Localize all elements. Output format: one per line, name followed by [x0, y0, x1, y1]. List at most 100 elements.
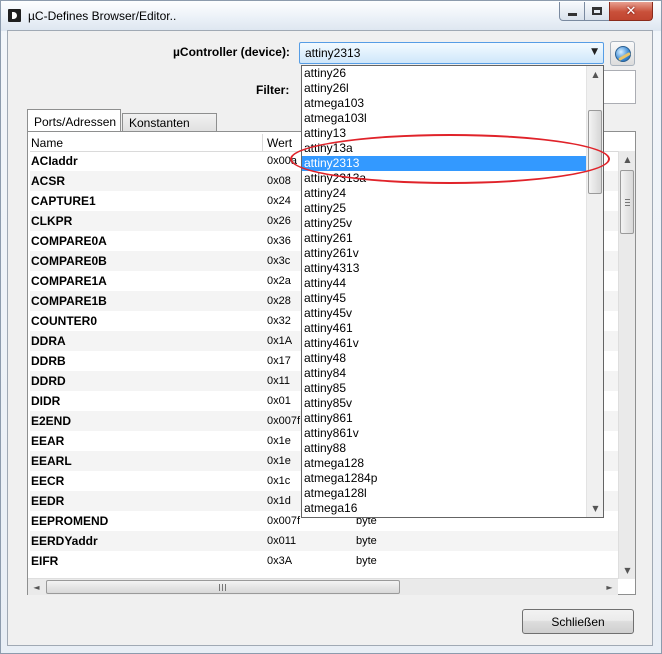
cell-name: CAPTURE1: [31, 194, 96, 208]
device-combobox-value: attiny2313: [305, 46, 361, 60]
table-vertical-scrollbar[interactable]: ▲ ▼: [618, 151, 635, 579]
cell-name: EEARL: [31, 454, 72, 468]
device-dropdown-list[interactable]: attiny26 attiny26l atmega103 atmega103l atti…: [301, 65, 604, 518]
dropdown-item[interactable]: attiny4313: [302, 261, 586, 276]
dropdown-item[interactable]: attiny45v: [302, 306, 586, 321]
cell-wert: 0x24: [267, 195, 291, 207]
dropdown-item[interactable]: attiny88: [302, 441, 586, 456]
cell-name: DDRB: [31, 354, 66, 368]
close-window-button[interactable]: ✕: [609, 2, 653, 21]
dropdown-item[interactable]: attiny13: [302, 126, 586, 141]
dropdown-item[interactable]: atmega1284p: [302, 471, 586, 486]
dropdown-item[interactable]: attiny48: [302, 351, 586, 366]
dropdown-item[interactable]: attiny461: [302, 321, 586, 336]
filter-input[interactable]: [600, 70, 636, 104]
dropdown-item[interactable]: attiny861: [302, 411, 586, 426]
dropdown-scroll-thumb[interactable]: [588, 110, 602, 194]
table-row[interactable]: EIFR 0x3A byte: [30, 551, 618, 571]
dropdown-scrollbar[interactable]: ▲ ▼: [586, 66, 603, 517]
grip-line: [219, 584, 220, 591]
cell-name: ACSR: [31, 174, 66, 188]
cell-wert: 0x00a: [267, 155, 297, 167]
scroll-down-icon[interactable]: ▼: [619, 562, 636, 579]
dropdown-item[interactable]: attiny2313a: [302, 171, 586, 186]
maximize-button[interactable]: [584, 2, 610, 21]
tab-konstanten[interactable]: Konstanten: [122, 113, 217, 132]
cell-name: CLKPR: [31, 214, 73, 228]
cell-wert: 0x1c: [267, 475, 291, 487]
column-header-name[interactable]: Name: [31, 136, 63, 150]
grip-line: [222, 584, 223, 591]
table-horizontal-scrollbar[interactable]: ◄ ►: [28, 578, 618, 595]
device-label: µController (device):: [173, 45, 290, 59]
dropdown-item[interactable]: atmega103: [302, 96, 586, 111]
dropdown-item[interactable]: attiny85v: [302, 396, 586, 411]
scroll-up-icon[interactable]: ▲: [587, 66, 603, 83]
device-info-button[interactable]: [610, 41, 635, 66]
globe-icon: [615, 46, 631, 62]
cell-name: ACIaddr: [31, 154, 78, 168]
dropdown-item[interactable]: attiny461v: [302, 336, 586, 351]
dropdown-items: attiny26 attiny26l atmega103 atmega103l atti…: [302, 66, 586, 516]
cell-name: COMPARE0A: [31, 234, 107, 248]
maximize-icon: [592, 7, 602, 15]
dropdown-item[interactable]: attiny261v: [302, 246, 586, 261]
column-divider[interactable]: [262, 134, 263, 152]
dropdown-item[interactable]: attiny24: [302, 186, 586, 201]
cell-name: EIFR: [31, 554, 59, 568]
dropdown-item[interactable]: attiny85: [302, 381, 586, 396]
cell-wert: 0x011: [267, 535, 297, 547]
cell-name: COMPARE1A: [31, 274, 107, 288]
dropdown-item[interactable]: atmega128: [302, 456, 586, 471]
cell-name: EEAR: [31, 434, 65, 448]
minimize-button[interactable]: [559, 2, 585, 21]
dropdown-item[interactable]: atmega128l: [302, 486, 586, 501]
table-row[interactable]: EERDYaddr 0x011 byte: [30, 531, 618, 551]
dropdown-item[interactable]: attiny25v: [302, 216, 586, 231]
device-combobox[interactable]: attiny2313 ▼: [299, 42, 604, 64]
dropdown-item[interactable]: atmega16: [302, 501, 586, 516]
grip-line: [225, 584, 226, 591]
cell-name: EEPROMEND: [31, 514, 109, 528]
horizontal-scroll-thumb[interactable]: [46, 580, 400, 594]
dropdown-item[interactable]: attiny25: [302, 201, 586, 216]
title-bar[interactable]: µC-Defines Browser/Editor.. ✕: [1, 1, 661, 31]
cell-wert: 0x11: [267, 375, 291, 387]
close-icon: ✕: [625, 3, 637, 19]
dropdown-item[interactable]: attiny45: [302, 291, 586, 306]
chevron-down-icon[interactable]: ▼: [591, 47, 598, 57]
dropdown-item[interactable]: attiny261: [302, 231, 586, 246]
schliessen-button[interactable]: Schließen: [522, 609, 634, 634]
tab-ports-adressen[interactable]: Ports/Adressen: [27, 109, 121, 132]
dropdown-item[interactable]: attiny26l: [302, 81, 586, 96]
minimize-icon: [567, 12, 577, 16]
cell-name: DIDR: [31, 394, 61, 408]
scroll-left-icon[interactable]: ◄: [28, 579, 45, 595]
scroll-down-icon[interactable]: ▼: [587, 500, 603, 517]
cell-wert: 0x1d: [267, 495, 291, 507]
vertical-scroll-thumb[interactable]: [620, 170, 634, 234]
dropdown-item[interactable]: attiny13a: [302, 141, 586, 156]
cell-wert: 0x36: [267, 235, 291, 247]
cell-name: COUNTER0: [31, 314, 98, 328]
scroll-up-icon[interactable]: ▲: [619, 151, 636, 168]
dropdown-item[interactable]: attiny26: [302, 66, 586, 81]
dropdown-item[interactable]: atmega103l: [302, 111, 586, 126]
scroll-right-icon[interactable]: ►: [601, 579, 618, 595]
cell-wert: 0x1A: [267, 335, 293, 347]
dropdown-item-selected[interactable]: attiny2313: [302, 156, 586, 171]
dropdown-item[interactable]: attiny861v: [302, 426, 586, 441]
cell-name: DDRD: [31, 374, 66, 388]
cell-name: E2END: [31, 414, 72, 428]
dropdown-item[interactable]: attiny44: [302, 276, 586, 291]
cell-wert: 0x28: [267, 295, 291, 307]
cell-wert: 0x2a: [267, 275, 291, 287]
cell-wert: 0x01: [267, 395, 291, 407]
column-header-wert[interactable]: Wert: [267, 136, 292, 150]
cell-type: byte: [356, 555, 377, 567]
cell-wert: 0x1e: [267, 455, 291, 467]
dropdown-item[interactable]: attiny84: [302, 366, 586, 381]
cell-wert: 0x08: [267, 175, 291, 187]
cell-wert: 0x26: [267, 215, 291, 227]
cell-name: EERDYaddr: [31, 534, 98, 548]
